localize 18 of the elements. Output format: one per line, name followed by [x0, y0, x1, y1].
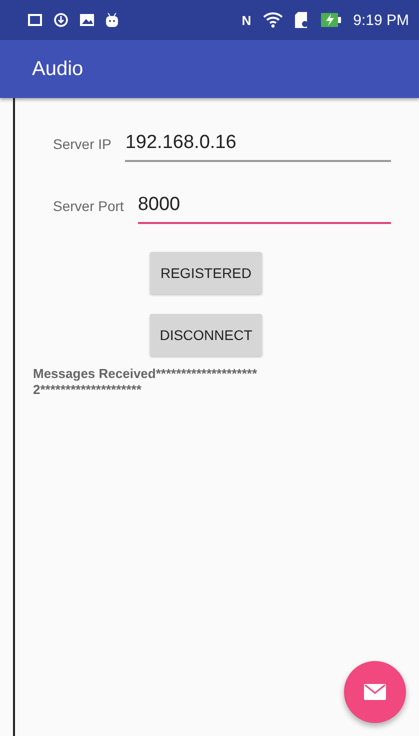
- field-label: Server IP: [53, 136, 112, 154]
- email-fab[interactable]: [344, 661, 406, 723]
- wifi-icon: [263, 12, 284, 28]
- messages-text: Messages Received******************** 2********************: [33, 366, 258, 398]
- nfc-indicator: N: [242, 12, 252, 28]
- envelope-icon: [364, 684, 386, 700]
- app-title: Audio: [32, 58, 84, 80]
- input-field[interactable]: 8000: [138, 190, 391, 224]
- battery-charging-icon: [321, 13, 342, 27]
- android-icon: [106, 13, 118, 27]
- clock-time: 9:19 PM: [353, 12, 409, 28]
- sd-card-icon: [295, 12, 310, 28]
- download-icon: [54, 13, 68, 27]
- action-button[interactable]: DISCONNECT: [150, 314, 262, 356]
- action-button[interactable]: REGISTERED: [150, 252, 262, 294]
- image-icon: [80, 14, 94, 26]
- input-field[interactable]: 192.168.0.16: [125, 128, 391, 162]
- field-label: Server Port: [53, 198, 124, 216]
